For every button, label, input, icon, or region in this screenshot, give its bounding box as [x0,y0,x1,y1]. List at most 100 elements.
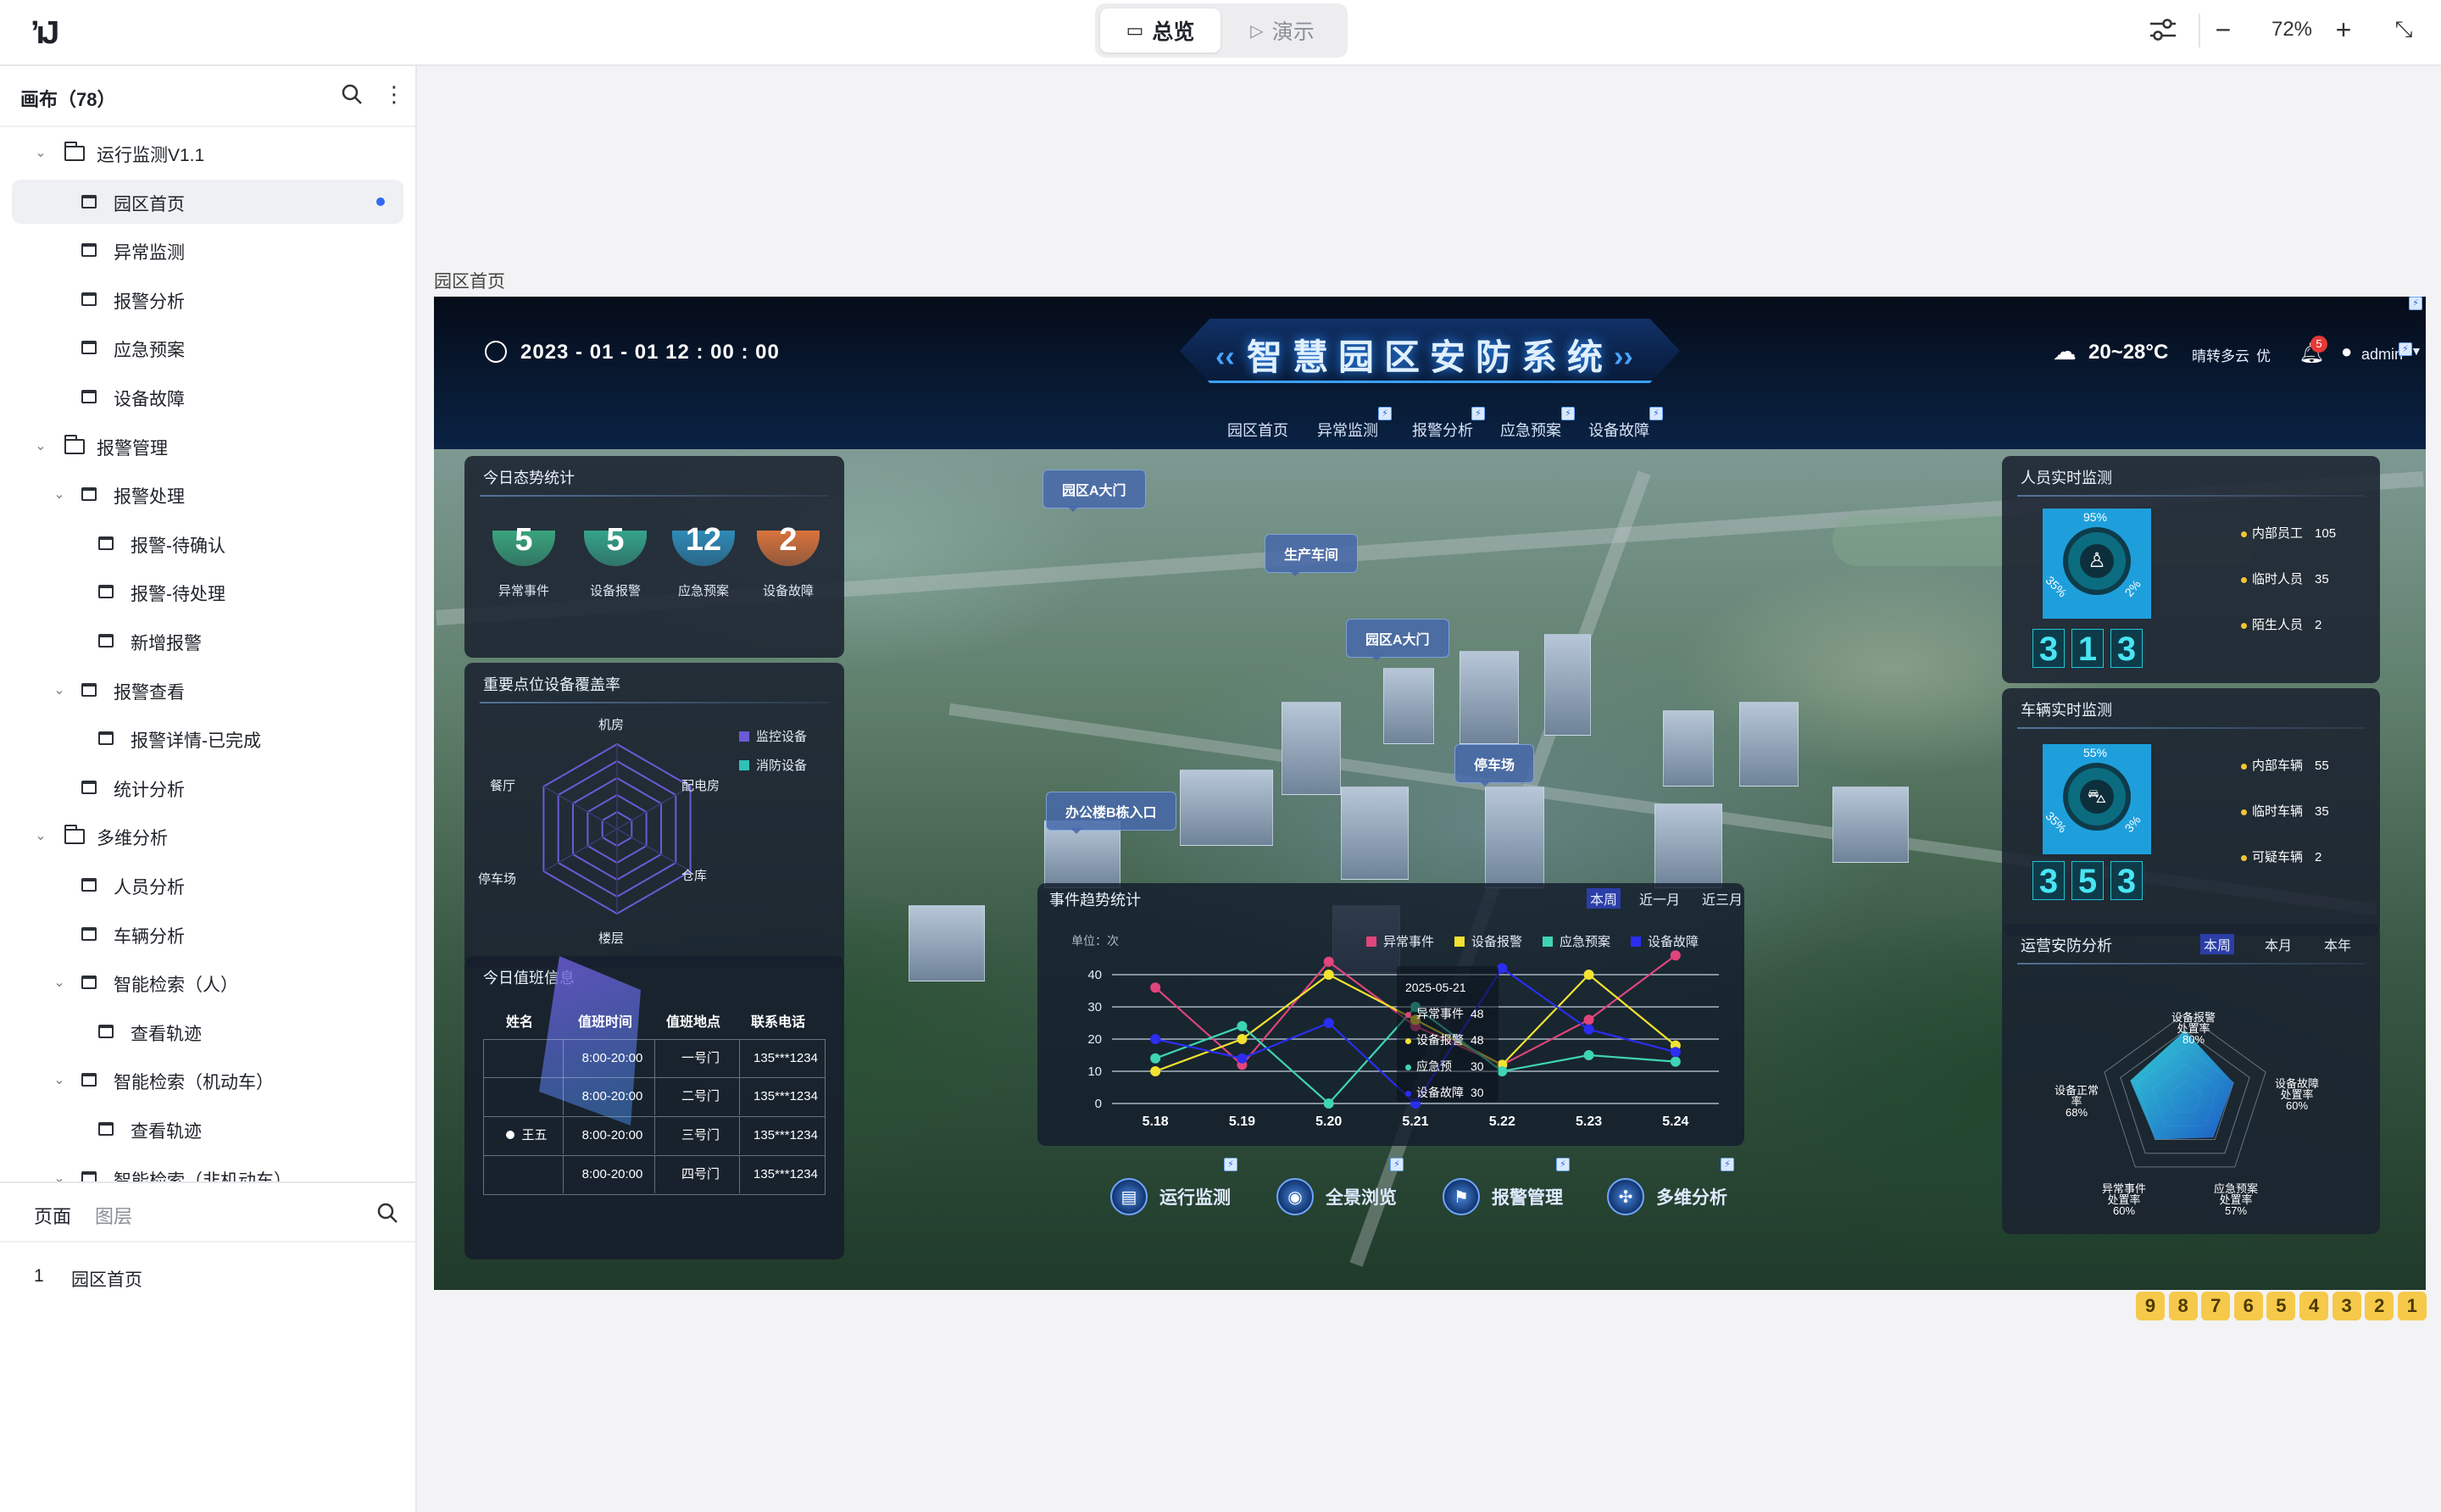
table-row[interactable]: 王五 8:00-20:00 三号门 135***1234 [483,1117,826,1156]
page-number-button[interactable]: 5 [2266,1292,2296,1320]
data-point[interactable] [1323,956,1334,967]
data-point[interactable] [1583,1050,1594,1060]
page-icon [81,194,97,208]
tree-item[interactable]: 统计分析 [12,765,403,809]
tree-item[interactable]: 异常监测 [12,228,403,272]
tree-item[interactable]: 报警-待确认 [12,521,403,565]
data-point[interactable] [1237,1020,1248,1031]
data-point[interactable] [1237,1053,1248,1064]
page-number-button[interactable]: 8 [2168,1292,2198,1320]
data-point[interactable] [1670,950,1681,961]
data-point[interactable] [1150,1034,1161,1044]
zoom-out-button[interactable]: − [2209,10,2238,49]
bottom-nav-item[interactable]: ⚑ 报警管理 [1443,1178,1563,1215]
data-point[interactable] [1150,982,1161,993]
clock-icon [485,341,507,363]
map-label[interactable]: 办公楼B栋入口 [1046,792,1176,834]
present-mode-button[interactable]: ▷ 演示 [1222,8,1343,53]
map-label[interactable]: 生产车间 [1265,534,1359,576]
page-number-button[interactable]: 4 [2299,1292,2328,1320]
page-list-item[interactable]: 1 园区首页 [0,1254,415,1298]
page-number-button[interactable]: 7 [2201,1292,2231,1320]
bottom-nav-item[interactable]: ◉ 全景浏览 [1276,1178,1397,1215]
tree-item[interactable]: 应急预案 [12,325,403,370]
table-row[interactable]: 8:00-20:00 四号门 135***1234 [483,1156,826,1195]
data-point[interactable] [1583,1024,1594,1035]
data-point[interactable] [1323,970,1334,980]
app-logo[interactable]: ’ıJ [31,15,59,52]
tree-item[interactable]: 查看轨迹 [12,1009,403,1053]
nav-anomaly[interactable]: 异常监测 [1317,419,1378,441]
page-number-button[interactable]: 9 [2136,1292,2165,1320]
tab-pages[interactable]: 页面 [34,1202,71,1229]
ring-percent: 35% [2043,573,2070,600]
tree-item[interactable]: 设备故障 [12,375,403,419]
tree-item[interactable]: 人员分析 [12,863,403,907]
page-number-button[interactable]: 2 [2365,1292,2394,1320]
table-row[interactable]: 8:00-20:00 一号门 135***1234 [483,1039,826,1078]
data-point[interactable] [1150,1053,1161,1064]
chevron-down-icon[interactable]: ⌄ [31,827,51,844]
tab-layers[interactable]: 图层 [95,1202,132,1229]
tree-item[interactable]: 查看轨迹 [12,1107,403,1151]
nav-orb-icon: ▤ [1110,1178,1148,1215]
data-point[interactable] [1323,1018,1334,1028]
zoom-level[interactable]: 72% [2258,10,2326,49]
chevron-down-icon[interactable]: ⌄ [49,486,70,503]
data-point[interactable] [1497,1066,1508,1076]
tree-item[interactable]: ⌄ 报警处理 [12,472,403,516]
chevron-down-icon[interactable]: ⌄ [31,144,51,161]
data-point[interactable] [1497,963,1508,974]
data-point[interactable] [1583,1014,1594,1026]
tree-item[interactable]: ⌄ 报警查看 [12,668,403,712]
folder-icon [64,825,85,845]
search-icon[interactable] [341,83,363,111]
page-icon [98,634,114,648]
data-point[interactable] [1670,1047,1681,1058]
map-label[interactable]: 园区A大门 [1043,470,1146,512]
data-point[interactable] [1583,970,1594,980]
page-number-button[interactable]: 6 [2233,1292,2263,1320]
chevron-down-icon[interactable]: ⌄ [49,974,70,991]
nav-home[interactable]: 园区首页 [1227,419,1288,441]
page-number-button[interactable]: 3 [2332,1292,2361,1320]
overview-mode-button[interactable]: ▭ 总览 [1100,8,1220,53]
zoom-in-button[interactable]: + [2329,10,2358,49]
bottom-nav-item[interactable]: ▤ 运行监测 [1110,1178,1231,1215]
axis-value: 68% [2065,1106,2088,1119]
page-number-button[interactable]: 1 [2397,1292,2427,1320]
tree-item[interactable]: 新增报警 [12,619,403,663]
table-row[interactable]: 8:00-20:00 二号门 135***1234 [483,1078,826,1117]
chevron-down-icon[interactable]: ▼ [2410,344,2422,358]
settings-sliders-icon[interactable] [2144,10,2182,49]
tree-item[interactable]: ⌄ 智能检索（人） [12,960,403,1004]
tree-item[interactable]: 报警分析 [12,277,403,321]
map-label[interactable]: 园区A大门 [1346,619,1449,661]
tree-item[interactable]: 车辆分析 [12,912,403,956]
data-point[interactable] [1237,1034,1248,1044]
chevron-down-icon[interactable]: ⌄ [31,437,51,454]
collapse-icon[interactable]: ⤡ [2387,10,2421,49]
nav-device-fault[interactable]: 设备故障 [1588,419,1649,441]
data-point[interactable] [1323,1098,1334,1109]
data-point[interactable] [1670,1056,1681,1067]
search-icon[interactable] [376,1202,398,1228]
chevron-down-icon[interactable]: ⌄ [49,681,70,698]
nav-emergency-plan[interactable]: 应急预案 [1500,419,1561,441]
tree-item[interactable]: ⌄ 智能检索（机动车） [12,1058,403,1102]
tree-item[interactable]: ⌄ 多维分析 [12,814,403,858]
tree-item[interactable]: ⌄ 运行监测V1.1 [12,131,403,175]
tree-item[interactable]: 园区首页 [12,179,403,224]
bottom-nav-item[interactable]: ✣ 多维分析 [1607,1178,1727,1215]
chevron-down-icon[interactable]: ⌄ [49,1071,70,1088]
data-point[interactable] [1150,1066,1161,1076]
dashboard-frame[interactable]: ‹‹ ›› 智慧园区安防系统 2023 - 01 - 01 12 : 00 : … [434,297,2426,1290]
tree-item[interactable]: 报警-待处理 [12,570,403,614]
tree-item[interactable]: ⌄ 报警管理 [12,424,403,468]
map-label[interactable]: 停车场 [1454,744,1535,787]
more-options-icon[interactable]: ⋮ [383,81,405,108]
table-cell-text: 135***1234 [753,1089,818,1103]
person-icon: ♙ [2063,527,2131,595]
nav-alarm-analysis[interactable]: 报警分析 [1412,419,1473,441]
tree-item[interactable]: 报警详情-已完成 [12,716,403,760]
